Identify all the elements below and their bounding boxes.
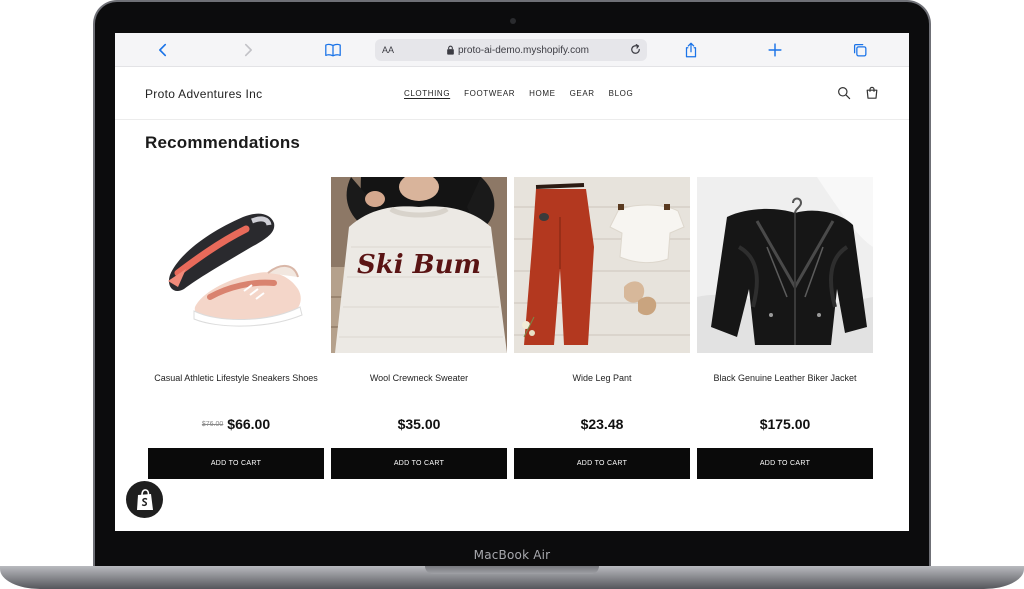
laptop-notch (425, 566, 599, 574)
price-row: $175.00 (697, 410, 873, 438)
price-row: $76.00 $66.00 (148, 410, 324, 438)
product-card: Casual Athletic Lifestyle Sneakers Shoes… (148, 177, 324, 479)
product-card: Black Genuine Leather Biker Jacket $175.… (697, 177, 873, 479)
device-label: MacBook Air (473, 548, 551, 562)
lock-icon (447, 45, 454, 55)
text-size-button[interactable]: AA (382, 45, 394, 55)
product-title[interactable]: Wool Crewneck Sweater (331, 369, 507, 405)
address-bar[interactable]: AA proto-ai-demo.myshopify.com (375, 39, 647, 61)
browser-toolbar: AA proto-ai-demo.myshopify.com (115, 33, 909, 67)
product-price: $23.48 (580, 416, 624, 432)
nav-footwear[interactable]: FOOTWEAR (464, 89, 515, 98)
store-logo-text[interactable]: Proto Adventures Inc (145, 87, 262, 101)
product-card: Ski Bum Wool Crewneck Sweater $35.00 ADD… (331, 177, 507, 479)
browser-screen: AA proto-ai-demo.myshopify.com Proto Adv… (115, 33, 909, 531)
main-nav: CLOTHING FOOTWEAR HOME GEAR BLOG (404, 89, 633, 98)
new-tab-icon[interactable] (764, 40, 786, 60)
add-to-cart-button[interactable]: ADD TO CART (697, 448, 873, 479)
store-header: Proto Adventures Inc CLOTHING FOOTWEAR H… (115, 67, 909, 120)
nav-clothing[interactable]: CLOTHING (404, 89, 450, 98)
product-price: $175.00 (759, 416, 811, 432)
product-image-sneakers[interactable] (148, 177, 324, 353)
search-icon[interactable] (836, 85, 852, 101)
nav-gear[interactable]: GEAR (570, 89, 595, 98)
url-text: proto-ai-demo.myshopify.com (458, 44, 589, 56)
product-image-sweater[interactable]: Ski Bum (331, 177, 507, 353)
price-row: $35.00 (331, 410, 507, 438)
product-card: Wide Leg Pant $23.48 ADD TO CART (514, 177, 690, 479)
sweater-print-text: Ski Bum (357, 250, 481, 280)
product-title[interactable]: Casual Athletic Lifestyle Sneakers Shoes (148, 369, 324, 405)
webcam (510, 18, 516, 24)
share-icon[interactable] (680, 40, 702, 60)
product-title[interactable]: Black Genuine Leather Biker Jacket (697, 369, 873, 405)
compare-at-price: $76.00 (201, 420, 224, 428)
product-price: $66.00 (227, 416, 271, 432)
back-icon[interactable] (152, 40, 174, 60)
forward-icon[interactable] (237, 40, 259, 60)
tabs-icon[interactable] (849, 40, 871, 60)
price-row: $23.48 (514, 410, 690, 438)
product-image-pants[interactable] (514, 177, 690, 353)
add-to-cart-button[interactable]: ADD TO CART (148, 448, 324, 479)
product-image-jacket[interactable] (697, 177, 873, 353)
product-title[interactable]: Wide Leg Pant (514, 369, 690, 405)
section-title: Recommendations (145, 133, 301, 152)
product-price: $35.00 (397, 416, 441, 432)
add-to-cart-button[interactable]: ADD TO CART (514, 448, 690, 479)
reload-icon[interactable] (628, 42, 643, 57)
add-to-cart-button[interactable]: ADD TO CART (331, 448, 507, 479)
cart-icon[interactable] (864, 85, 880, 101)
nav-blog[interactable]: BLOG (609, 89, 634, 98)
shopify-bag-icon[interactable] (126, 481, 163, 518)
bookmarks-icon[interactable] (322, 40, 344, 60)
nav-home[interactable]: HOME (529, 89, 555, 98)
